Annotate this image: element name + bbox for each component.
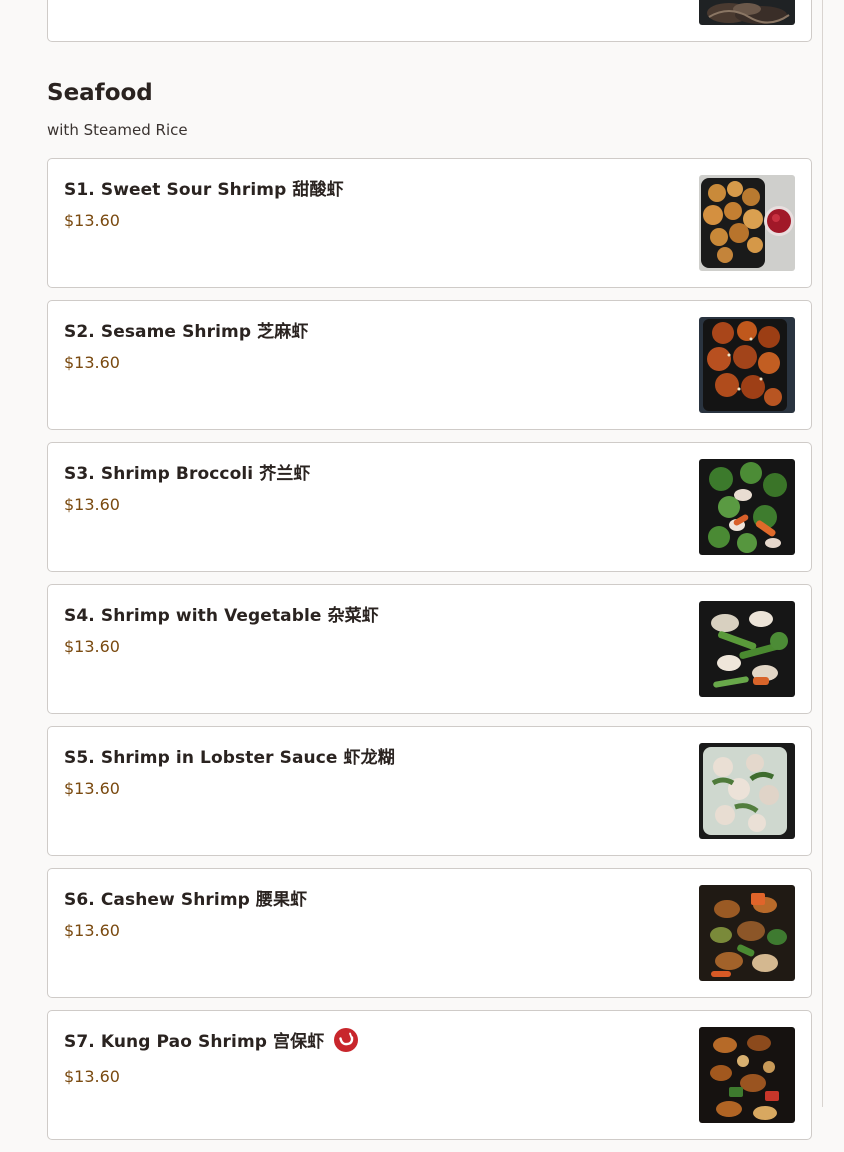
menu-item-card[interactable]: S6. Cashew Shrimp 腰果虾 $13.60 — [47, 868, 812, 998]
menu-item-photo — [699, 885, 795, 981]
menu-item-name: S7. Kung Pao Shrimp 宫保虾 — [64, 1032, 325, 1052]
menu-item-card[interactable]: S4. Shrimp with Vegetable 杂菜虾 $13.60 — [47, 584, 812, 714]
menu-item-photo — [699, 459, 795, 555]
section-subtitle: with Steamed Rice — [47, 121, 188, 139]
menu-item-name: S4. Shrimp with Vegetable 杂菜虾 — [64, 606, 379, 626]
menu-item-name-row: S1. Sweet Sour Shrimp 甜酸虾 — [64, 175, 344, 200]
menu-item-card[interactable]: S5. Shrimp in Lobster Sauce 虾龙糊 $13.60 — [47, 726, 812, 856]
menu-item-name-row: S2. Sesame Shrimp 芝麻虾 — [64, 317, 308, 342]
menu-item-photo — [699, 175, 795, 271]
menu-item-price: $13.60 — [64, 921, 120, 940]
menu-item-name-row: S4. Shrimp with Vegetable 杂菜虾 — [64, 601, 379, 626]
menu-item-photo — [699, 601, 795, 697]
menu-item-price: $13.60 — [64, 1067, 120, 1086]
menu-item-price: $13.60 — [64, 211, 120, 230]
menu-item-price: $13.60 — [64, 495, 120, 514]
menu-item-photo — [699, 743, 795, 839]
menu-item-name: S6. Cashew Shrimp 腰果虾 — [64, 890, 308, 910]
menu-item-card[interactable]: S7. Kung Pao Shrimp 宫保虾 $13.60 — [47, 1010, 812, 1140]
spicy-pepper-icon — [334, 1027, 359, 1052]
menu-item-name: S3. Shrimp Broccoli 芥兰虾 — [64, 464, 311, 484]
menu-item-name: S1. Sweet Sour Shrimp 甜酸虾 — [64, 180, 344, 200]
menu-item-card[interactable]: S2. Sesame Shrimp 芝麻虾 $13.60 — [47, 300, 812, 430]
menu-item-name: S5. Shrimp in Lobster Sauce 虾龙糊 — [64, 748, 395, 768]
menu-item-price: $13.60 — [64, 353, 120, 372]
menu-item-name: S2. Sesame Shrimp 芝麻虾 — [64, 322, 309, 342]
page-right-divider — [822, 0, 823, 1107]
section-title: Seafood — [47, 80, 153, 106]
menu-content: Seafood with Steamed Rice S1. Sweet Sour… — [47, 0, 812, 1140]
menu-item-photo — [699, 1027, 795, 1123]
menu-item-name-row: S5. Shrimp in Lobster Sauce 虾龙糊 — [64, 743, 395, 768]
menu-item-name-row: S3. Shrimp Broccoli 芥兰虾 — [64, 459, 311, 484]
previous-menu-item-card[interactable] — [47, 0, 812, 42]
menu-item-card[interactable]: S3. Shrimp Broccoli 芥兰虾 $13.60 — [47, 442, 812, 572]
previous-item-photo — [699, 0, 795, 25]
menu-item-photo — [699, 317, 795, 413]
menu-item-price: $13.60 — [64, 637, 120, 656]
menu-item-name-row: S6. Cashew Shrimp 腰果虾 — [64, 885, 307, 910]
menu-item-name-row: S7. Kung Pao Shrimp 宫保虾 — [64, 1027, 359, 1052]
menu-item-price: $13.60 — [64, 779, 120, 798]
menu-item-card[interactable]: S1. Sweet Sour Shrimp 甜酸虾 $13.60 — [47, 158, 812, 288]
menu-item-list: S1. Sweet Sour Shrimp 甜酸虾 $13.60 S2. Ses… — [47, 158, 812, 1152]
